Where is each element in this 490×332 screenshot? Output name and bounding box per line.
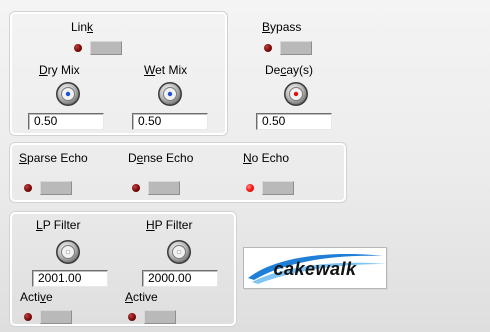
hp-active-label: Active xyxy=(125,290,158,304)
decay-knob[interactable] xyxy=(283,81,309,107)
bypass-toggle-button[interactable] xyxy=(280,41,312,55)
sparse-echo-led xyxy=(24,184,32,192)
dense-echo-led xyxy=(132,184,140,192)
wet-mix-knob[interactable] xyxy=(157,81,183,107)
decay-input[interactable]: 0.50 xyxy=(256,113,332,130)
hp-filter-knob[interactable] xyxy=(166,239,192,265)
lp-active-led xyxy=(24,313,32,321)
lp-filter-knob[interactable] xyxy=(55,239,81,265)
lp-active-button[interactable] xyxy=(40,310,72,324)
hp-active-button[interactable] xyxy=(144,310,176,324)
link-led xyxy=(74,44,82,52)
no-echo-led xyxy=(246,184,254,192)
wet-mix-label: Wet Mix xyxy=(144,63,188,77)
cakewalk-logo: cakewalk xyxy=(243,247,387,289)
dry-mix-label: Dry Mix xyxy=(39,63,80,77)
no-echo-button[interactable] xyxy=(262,181,294,195)
link-label: Link xyxy=(71,20,94,34)
sparse-echo-label: Sparse Echo xyxy=(19,151,88,165)
wet-mix-input[interactable]: 0.50 xyxy=(132,113,208,130)
link-toggle-button[interactable] xyxy=(90,41,122,55)
dry-mix-input[interactable]: 0.50 xyxy=(28,113,104,130)
logo-wordmark: cakewalk xyxy=(273,259,357,279)
dense-echo-label: Dense Echo xyxy=(128,151,194,165)
dense-echo-button[interactable] xyxy=(148,181,180,195)
hp-active-led xyxy=(128,313,136,321)
bypass-label: Bypass xyxy=(262,20,302,34)
sparse-echo-button[interactable] xyxy=(40,181,72,195)
no-echo-label: No Echo xyxy=(243,151,290,165)
hp-filter-label: HP Filter xyxy=(146,218,193,232)
lp-filter-label: LP Filter xyxy=(36,218,81,232)
dry-mix-knob[interactable] xyxy=(55,81,81,107)
decay-label: Decay(s) xyxy=(265,63,314,77)
hp-filter-input[interactable]: 2000.00 xyxy=(142,270,218,287)
bypass-led xyxy=(264,44,272,52)
lp-active-label: Active xyxy=(20,290,53,304)
lp-filter-input[interactable]: 2001.00 xyxy=(32,270,108,287)
